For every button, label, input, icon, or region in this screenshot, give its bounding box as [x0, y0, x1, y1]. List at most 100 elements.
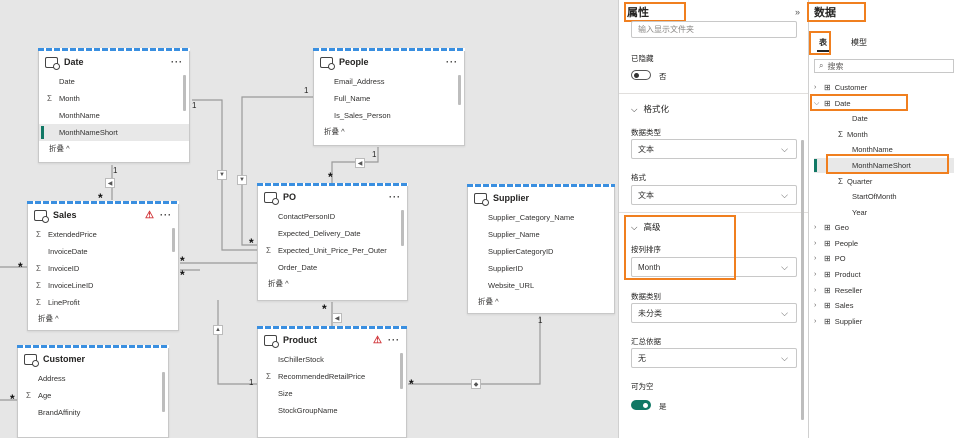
scrollbar[interactable] [458, 75, 461, 105]
sum-icon: Σ [36, 298, 41, 307]
field-row[interactable]: Supplier_Name [468, 226, 614, 243]
field-label: Supplier_Category_Name [488, 213, 575, 222]
filter-direction-icon: ▲ [213, 325, 223, 335]
tree-field[interactable]: Σ Quarter [814, 174, 954, 189]
field-row-selected[interactable]: MonthNameShort [39, 124, 189, 141]
table-card-date[interactable]: Date ··· Date Σ Month MonthName MonthNameS… [38, 48, 190, 163]
scrollbar[interactable] [172, 228, 175, 252]
more-options-icon[interactable]: ··· [388, 335, 400, 345]
field-label: Size [278, 389, 293, 398]
tree-field[interactable]: Year [814, 205, 954, 220]
collapse-button[interactable]: 折叠 ^ [258, 276, 407, 291]
field-row[interactable]: Σ InvoiceLineID [28, 277, 178, 294]
scrollbar[interactable] [400, 353, 403, 389]
tree-table-sales[interactable]: › ⊞ Sales [814, 298, 954, 313]
format-section-header[interactable]: ⌵ 格式化 [631, 103, 669, 115]
field-label: Full_Name [334, 94, 371, 103]
tree-table-product[interactable]: › ⊞ Product [814, 267, 954, 282]
collapse-pane-icon[interactable]: » [795, 7, 800, 17]
field-row[interactable]: Σ RecommendedRetailPrice [258, 368, 406, 385]
field-row[interactable]: MonthName [39, 107, 189, 124]
table-card-sales[interactable]: Sales ⚠ ··· Σ ExtendedPrice InvoiceDate Σ In… [27, 201, 179, 331]
field-row[interactable]: SupplierID [468, 260, 614, 277]
tree-field[interactable]: StartOfMonth [814, 189, 954, 204]
field-row[interactable]: Size [258, 385, 406, 402]
field-label: Address [38, 374, 66, 383]
field-row[interactable]: Website_URL [468, 277, 614, 294]
table-icon [320, 56, 335, 70]
field-row[interactable]: Σ Month [39, 90, 189, 107]
tree-label: MonthName [852, 145, 893, 154]
field-label: RecommendedRetailPrice [278, 372, 366, 381]
tab-model[interactable]: 模型 [851, 37, 867, 48]
more-options-icon[interactable]: ··· [160, 210, 172, 220]
field-row[interactable]: ContactPersonID [258, 208, 407, 225]
collapse-button[interactable]: 折叠 ^ [28, 311, 178, 326]
field-row[interactable]: Expected_Delivery_Date [258, 225, 407, 242]
tree-table-supplier[interactable]: › ⊞ Supplier [814, 314, 954, 329]
scrollbar[interactable] [183, 75, 186, 111]
tree-table-geo[interactable]: › ⊞ Geo [814, 220, 954, 235]
table-card-people[interactable]: People ··· Email_Address Full_Name Is_Sal… [313, 48, 465, 146]
tree-table-people[interactable]: › ⊞ People [814, 236, 954, 251]
field-row[interactable]: Address [18, 370, 168, 387]
field-label: InvoiceDate [48, 247, 88, 256]
field-row[interactable]: Σ Age [18, 387, 168, 404]
chevron-right-icon: › [814, 318, 817, 325]
field-row[interactable]: InvoiceDate [28, 243, 178, 260]
sum-icon: Σ [47, 94, 52, 103]
field-row[interactable]: Σ LineProfit [28, 294, 178, 311]
field-label: MonthNameShort [59, 128, 118, 137]
table-card-customer[interactable]: Customer Address Σ Age BrandAffinity [17, 345, 169, 438]
field-row[interactable]: Σ Expected_Unit_Price_Per_Outer [258, 242, 407, 259]
field-row[interactable]: SupplierCategoryID [468, 243, 614, 260]
tree-field[interactable]: Date [814, 111, 954, 126]
field-row[interactable]: Σ InvoiceID [28, 260, 178, 277]
search-input[interactable]: ⌕ 搜索 [814, 59, 954, 73]
field-row[interactable]: IsChillerStock [258, 351, 406, 368]
more-options-icon[interactable]: ··· [389, 192, 401, 202]
table-card-title: PO [283, 192, 297, 202]
tree-table-po[interactable]: › ⊞ PO [814, 251, 954, 266]
field-row[interactable]: Email_Address [314, 73, 464, 90]
table-icon: ⊞ [824, 317, 831, 326]
table-icon: ⊞ [824, 239, 831, 248]
field-row[interactable]: BrandAffinity [18, 404, 168, 421]
display-folder-input[interactable]: 输入显示文件夹 [631, 21, 797, 38]
data-type-select[interactable]: 文本 ⌵ [631, 139, 797, 159]
field-row[interactable]: Order_Date [258, 259, 407, 276]
summarize-select[interactable]: 无 ⌵ [631, 348, 797, 368]
format-select[interactable]: 文本 ⌵ [631, 185, 797, 205]
field-row[interactable]: Supplier_Category_Name [468, 209, 614, 226]
collapse-button[interactable]: 折叠 ^ [468, 294, 614, 309]
cardinality-one: 1 [192, 101, 197, 110]
field-row[interactable]: Full_Name [314, 90, 464, 107]
tree-table-customer[interactable]: › ⊞ Customer [814, 80, 954, 95]
field-row[interactable]: StockGroupName [258, 402, 406, 419]
cardinality-one: 1 [113, 166, 118, 175]
table-card-po[interactable]: PO ··· ContactPersonID Expected_Delivery_… [257, 183, 408, 301]
nullable-toggle[interactable] [631, 400, 651, 410]
field-row[interactable]: Is_Sales_Person [314, 107, 464, 124]
scrollbar[interactable] [162, 372, 165, 412]
chevron-right-icon: › [814, 240, 817, 247]
scrollbar[interactable] [401, 210, 404, 246]
table-card-title: Product [283, 335, 318, 345]
field-label: StockGroupName [278, 406, 338, 415]
highlight-box [809, 31, 831, 55]
hidden-label: 已隐藏 [631, 54, 654, 63]
more-options-icon[interactable]: ··· [446, 57, 458, 67]
more-options-icon[interactable]: ··· [171, 57, 183, 67]
tree-table-reseller[interactable]: › ⊞ Reseller [814, 283, 954, 298]
table-card-supplier[interactable]: Supplier Supplier_Category_Name Supplier… [467, 184, 615, 314]
model-canvas[interactable]: 1 1 * 1 1 * * * * * * 1 1 * 1 * ◀ ▼ ▼ ◀ … [0, 0, 618, 438]
field-row[interactable]: Date [39, 73, 189, 90]
scrollbar[interactable] [801, 140, 804, 420]
hidden-toggle[interactable] [631, 70, 651, 80]
field-row[interactable]: Σ ExtendedPrice [28, 226, 178, 243]
data-category-select[interactable]: 未分类 ⌵ [631, 303, 797, 323]
collapse-button[interactable]: 折叠 ^ [39, 141, 189, 156]
tree-field[interactable]: Σ Month [814, 127, 954, 142]
collapse-button[interactable]: 折叠 ^ [314, 124, 464, 139]
table-card-product[interactable]: Product ⚠ ··· IsChillerStock Σ RecommendedR… [257, 326, 407, 438]
